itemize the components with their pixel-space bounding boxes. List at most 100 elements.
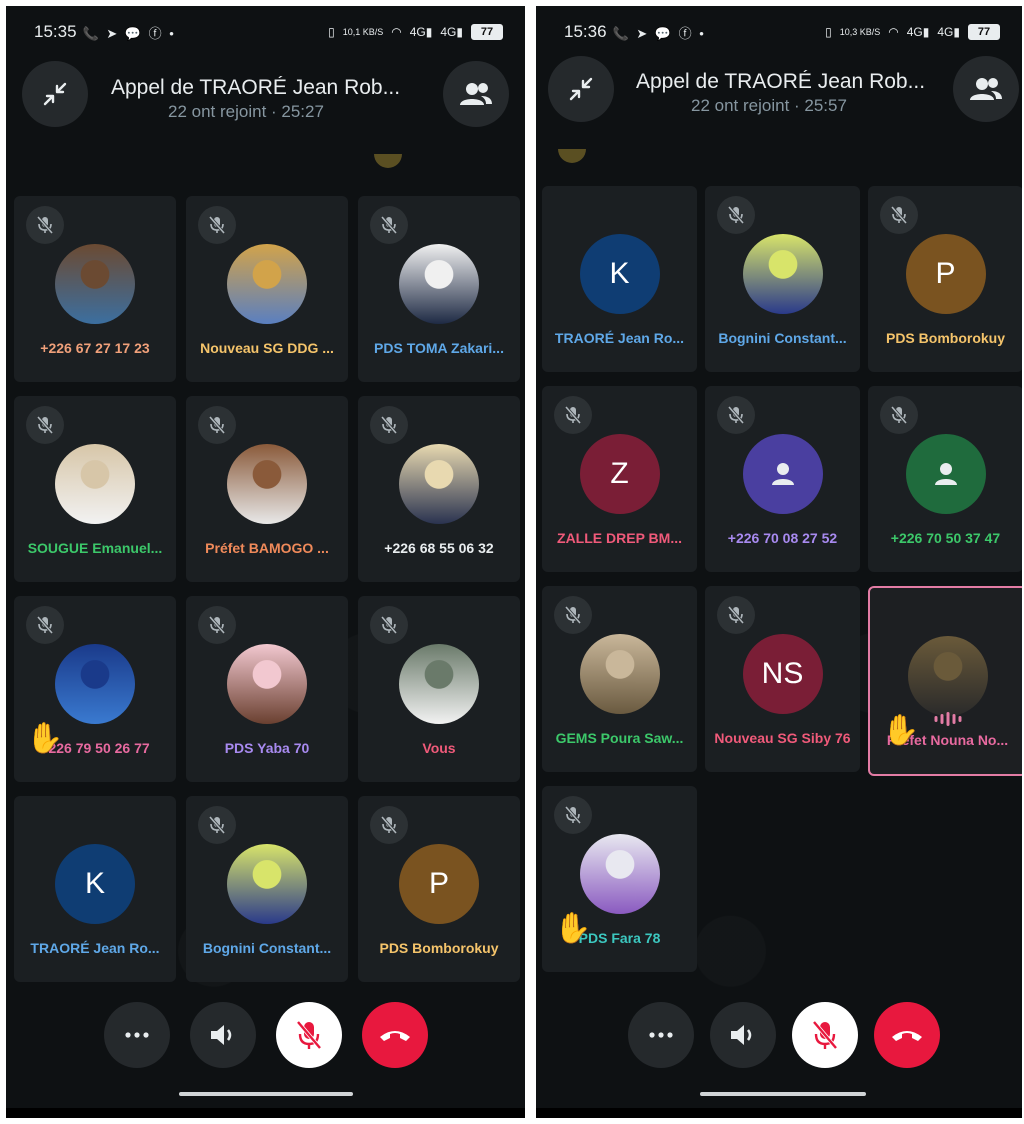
speaker-button[interactable] [710, 1002, 776, 1068]
participant-tile[interactable]: Préfet BAMOGO ... [186, 396, 348, 582]
avatar [907, 636, 988, 716]
mic-off-icon [296, 1020, 322, 1050]
participant-name: +226 67 27 17 23 [40, 340, 150, 356]
participant-tile[interactable]: PDS Yaba 70 [186, 596, 348, 782]
participant-tile[interactable]: Z ZALLE DREP BM... [542, 386, 697, 572]
status-bar: 15:35 📞 ➤ 💬 ⓕ • ▯ 10,1 KB/S ◠ 4G▮ 4G▮ 77 [34, 20, 503, 44]
status-time: 15:36 [564, 22, 607, 41]
vibrate-icon: ▯ [825, 25, 832, 39]
minimize-button[interactable] [548, 56, 614, 122]
avatar [742, 234, 823, 314]
avatar [399, 244, 479, 324]
participant-tile[interactable]: SOUGUE Emanuel... [14, 396, 176, 582]
participant-name: PDS Yaba 70 [224, 740, 310, 756]
avatar [579, 834, 660, 914]
more-options-button[interactable] [628, 1002, 694, 1068]
participant-tile[interactable]: Bognini Constant... [186, 796, 348, 982]
raised-hand-icon: ✋ [26, 722, 64, 755]
participant-tile[interactable]: GEMS Poura Saw... [542, 586, 697, 772]
end-call-button[interactable] [362, 1002, 428, 1068]
battery-icon: 77 [471, 24, 503, 40]
mute-toggle-button[interactable] [792, 1002, 858, 1068]
avatar [399, 444, 479, 524]
participant-tile[interactable]: Préfet Nouna No... ✋ [868, 586, 1022, 776]
participant-tile[interactable]: +226 70 08 27 52 [705, 386, 860, 572]
avatar: Z [579, 434, 660, 514]
minimize-button[interactable] [22, 61, 88, 127]
participant-name: Nouveau SG DDG ... [200, 340, 334, 356]
participant-tile[interactable]: NS Nouveau SG Siby 76 [705, 586, 860, 772]
raised-hand-icon: ✋ [554, 912, 592, 945]
participant-tile[interactable]: P PDS Bomborokuy [358, 796, 520, 982]
participants-icon [970, 78, 1002, 100]
participant-name: +226 70 08 27 52 [727, 530, 838, 546]
more-icon [649, 1032, 673, 1038]
home-indicator[interactable] [700, 1092, 866, 1096]
call-subtitle: 22 ont rejoint · 25:57 [691, 96, 847, 115]
muted-mic-icon [880, 396, 918, 434]
speaker-button[interactable] [190, 1002, 256, 1068]
notification-icons: 📞 ➤ 💬 ⓕ • [82, 25, 176, 41]
avatar [227, 444, 307, 524]
participant-name: Vous [422, 740, 456, 756]
avatar: P [399, 844, 479, 924]
battery-icon: 77 [968, 24, 1000, 40]
muted-mic-icon [26, 406, 64, 444]
end-call-button[interactable] [874, 1002, 940, 1068]
minimize-icon [569, 77, 593, 101]
avatar [742, 434, 823, 514]
participants-button[interactable] [953, 56, 1019, 122]
participant-tile[interactable]: PDS TOMA Zakari... [358, 196, 520, 382]
participant-tile[interactable]: Bognini Constant... [705, 186, 860, 372]
participant-tile[interactable]: +226 70 50 37 47 [868, 386, 1022, 572]
net-speed: 10,3 KB/S [839, 27, 881, 37]
muted-mic-icon [717, 396, 755, 434]
avatar: NS [742, 634, 823, 714]
participants-button[interactable] [443, 61, 509, 127]
call-screen-right: 15:36 📞 ➤ 💬 ⓕ • ▯ 10,3 KB/S ◠ 4G▮ 4G▮ 77… [536, 6, 1022, 1118]
participant-tile[interactable]: +226 68 55 06 32 [358, 396, 520, 582]
mic-off-icon [812, 1020, 838, 1050]
participant-tile[interactable]: K TRAORÉ Jean Ro... [14, 796, 176, 982]
vibrate-icon: ▯ [328, 25, 335, 39]
participant-tile[interactable]: +226 67 27 17 23 [14, 196, 176, 382]
avatar [227, 644, 307, 724]
avatar [55, 244, 135, 324]
end-call-icon [892, 1031, 922, 1041]
participant-name: Bognini Constant... [202, 940, 332, 956]
muted-mic-icon [26, 606, 64, 644]
participant-tile[interactable]: Nouveau SG DDG ... [186, 196, 348, 382]
participant-tile[interactable]: K TRAORÉ Jean Ro... [542, 186, 697, 372]
participant-tile[interactable]: Vous [358, 596, 520, 782]
mute-toggle-button[interactable] [276, 1002, 342, 1068]
wifi-icon: ◠ [391, 25, 402, 39]
participant-name: PDS TOMA Zakari... [374, 340, 504, 356]
muted-mic-icon [370, 206, 408, 244]
avatar [399, 644, 479, 724]
participant-name: TRAORÉ Jean Ro... [554, 330, 685, 346]
status-bar: 15:36 📞 ➤ 💬 ⓕ • ▯ 10,3 KB/S ◠ 4G▮ 4G▮ 77 [564, 20, 1000, 44]
muted-mic-icon [554, 596, 592, 634]
avatar [227, 244, 307, 324]
participant-tile[interactable]: P PDS Bomborokuy [868, 186, 1022, 372]
muted-mic-icon [370, 406, 408, 444]
avatar: K [55, 844, 135, 924]
call-screen-left: 15:35 📞 ➤ 💬 ⓕ • ▯ 10,1 KB/S ◠ 4G▮ 4G▮ 77… [6, 6, 525, 1118]
muted-mic-icon [370, 606, 408, 644]
minimize-icon [43, 82, 67, 106]
more-options-button[interactable] [104, 1002, 170, 1068]
muted-mic-icon [370, 806, 408, 844]
raised-hand-icon: ✋ [882, 714, 920, 747]
home-indicator[interactable] [179, 1092, 353, 1096]
status-time: 15:35 [34, 22, 77, 41]
notification-icons: 📞 ➤ 💬 ⓕ • [612, 25, 706, 41]
signal-icon: 4G▮ [906, 25, 930, 39]
speaker-icon [211, 1025, 232, 1045]
participant-name: TRAORÉ Jean Ro... [30, 940, 160, 956]
partial-avatar [558, 149, 586, 163]
avatar [55, 644, 135, 724]
participant-tile[interactable]: +226 79 50 26 77 ✋ [14, 596, 176, 782]
muted-mic-icon [198, 606, 236, 644]
participant-tile[interactable]: PDS Fara 78 ✋ [542, 786, 697, 972]
muted-mic-icon [198, 206, 236, 244]
